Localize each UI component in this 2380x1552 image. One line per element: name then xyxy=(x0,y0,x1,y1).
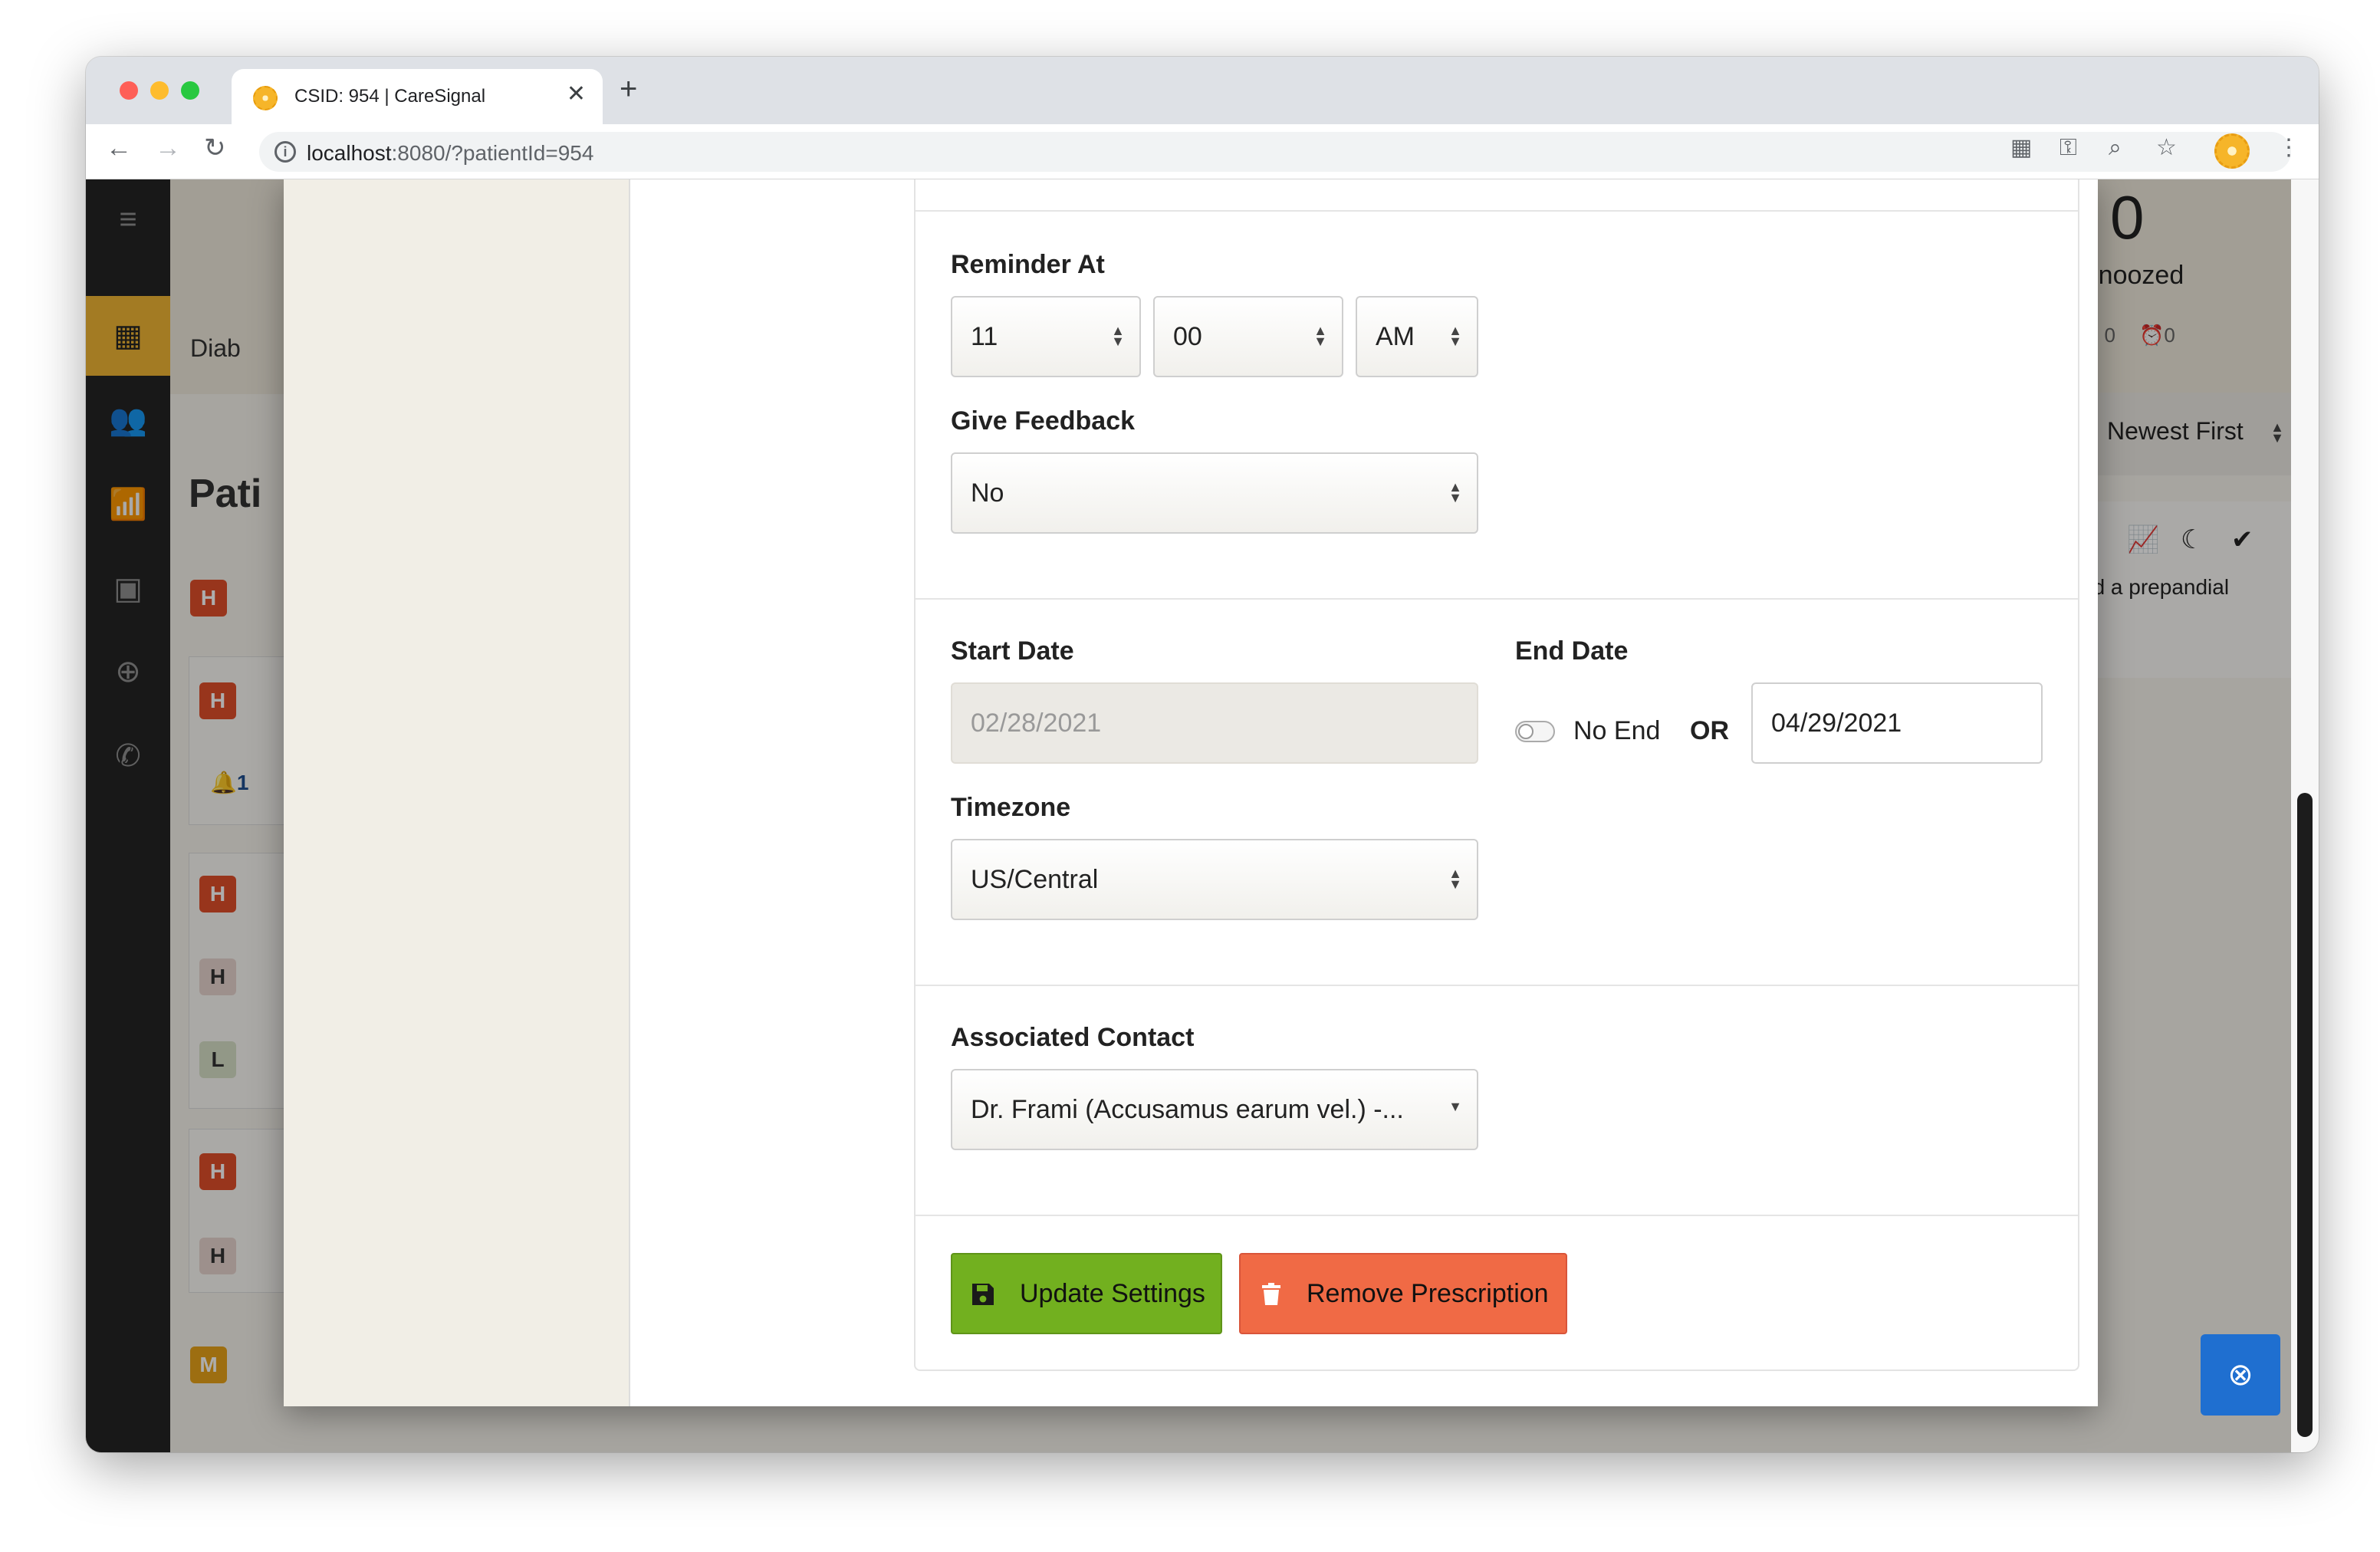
remove-prescription-label: Remove Prescription xyxy=(1307,1279,1549,1308)
scrollbar-thumb[interactable] xyxy=(2297,793,2313,1437)
give-feedback-value: No xyxy=(971,478,1004,508)
section-divider xyxy=(916,985,2078,986)
toggle-knob xyxy=(1518,724,1534,739)
end-date-input[interactable]: 04/29/2021 xyxy=(1751,682,2043,764)
timezone-value: US/Central xyxy=(971,865,1099,894)
select-arrows-icon: ▲ ▼ xyxy=(1313,323,1327,349)
give-feedback-select[interactable]: No ▲ ▼ xyxy=(951,452,1478,534)
prescription-settings-modal: Reminder At 11 ▲ ▼ 00 ▲ ▼ AM ▲ ▼ Give Feedb… xyxy=(284,179,2098,1406)
help-support-button[interactable]: ⊗ xyxy=(2201,1334,2280,1416)
reminder-ampm-value: AM xyxy=(1376,322,1415,351)
section-divider xyxy=(916,1215,2078,1216)
associated-contact-value: Dr. Frami (Accusamus earum vel.) -... xyxy=(971,1095,1404,1124)
reminder-minute-value: 00 xyxy=(1173,322,1202,351)
associated-contact-label: Associated Contact xyxy=(951,1023,1195,1052)
end-date-label: End Date xyxy=(1515,636,1629,666)
url-text: localhost:8080/?patientId=954 xyxy=(307,141,593,166)
remove-prescription-button[interactable]: Remove Prescription xyxy=(1239,1253,1567,1334)
timezone-label: Timezone xyxy=(951,793,1071,822)
select-arrows-icon: ▲ ▼ xyxy=(1448,323,1462,349)
close-window-button[interactable] xyxy=(120,81,138,100)
bookmark-star-icon[interactable]: ☆ xyxy=(2156,136,2177,159)
url-host: localhost xyxy=(307,141,392,165)
prescription-form: Reminder At 11 ▲ ▼ 00 ▲ ▼ AM ▲ ▼ Give Feedb… xyxy=(914,179,2079,1371)
start-date-value: 02/28/2021 xyxy=(971,709,1102,738)
tab-close-icon[interactable]: ✕ xyxy=(567,83,586,106)
back-arrow-icon[interactable]: ← xyxy=(106,135,132,161)
site-info-icon[interactable]: i xyxy=(274,141,296,163)
save-icon xyxy=(972,1284,994,1305)
start-date-input: 02/28/2021 xyxy=(951,682,1478,764)
trash-icon xyxy=(1262,1283,1280,1305)
profile-avatar[interactable] xyxy=(2214,133,2250,169)
forward-arrow-icon[interactable]: → xyxy=(155,135,181,161)
modal-left-panel xyxy=(284,179,630,1406)
caret-down-icon: ▼ xyxy=(1448,1099,1462,1114)
no-end-label: No End xyxy=(1573,716,1661,745)
or-label: OR xyxy=(1690,716,1729,745)
select-arrows-icon: ▲ ▼ xyxy=(1111,323,1125,349)
key-icon[interactable]: ⚿ xyxy=(2059,136,2077,159)
reminder-hour-value: 11 xyxy=(971,322,998,351)
associated-contact-select[interactable]: Dr. Frami (Accusamus earum vel.) -... ▼ xyxy=(951,1069,1478,1150)
no-end-toggle[interactable] xyxy=(1515,721,1555,742)
section-divider xyxy=(916,210,2078,212)
address-bar[interactable]: i localhost:8080/?patientId=954 xyxy=(259,132,2291,172)
browser-window: CSID: 954 | CareSignal ✕ + ← → ↻ i local… xyxy=(86,57,2319,1452)
start-date-label: Start Date xyxy=(951,636,1074,666)
update-settings-button[interactable]: Update Settings xyxy=(951,1253,1222,1334)
select-arrows-icon: ▲ ▼ xyxy=(1448,866,1462,892)
tab-title: CSID: 954 | CareSignal xyxy=(294,86,486,107)
lifebuoy-icon: ⊗ xyxy=(2227,1358,2253,1392)
tab-strip: CSID: 954 | CareSignal ✕ + xyxy=(86,57,2319,124)
page-viewport: ≡ ▦ 👥 📶 ▣ ⊕ ✆ Diab Pati H H 🔔1 H H L H H… xyxy=(86,179,2319,1452)
select-arrows-icon: ▲ ▼ xyxy=(1448,479,1462,505)
caresignal-favicon-icon xyxy=(253,86,278,110)
reload-icon[interactable]: ↻ xyxy=(204,135,226,161)
minimize-window-button[interactable] xyxy=(150,81,169,100)
section-divider xyxy=(916,598,2078,600)
maximize-window-button[interactable] xyxy=(181,81,199,100)
reminder-minute-select[interactable]: 00 ▲ ▼ xyxy=(1153,296,1343,377)
new-tab-button[interactable]: + xyxy=(620,74,637,104)
reminder-at-label: Reminder At xyxy=(951,250,1105,279)
url-path: :8080/?patientId=954 xyxy=(391,141,594,165)
browser-toolbar: ← → ↻ i localhost:8080/?patientId=954 ▦ … xyxy=(86,124,2319,179)
browser-menu-icon[interactable]: ⋮ xyxy=(2277,136,2300,159)
timezone-select[interactable]: US/Central ▲ ▼ xyxy=(951,839,1478,920)
reminder-hour-select[interactable]: 11 ▲ ▼ xyxy=(951,296,1141,377)
reminder-ampm-select[interactable]: AM ▲ ▼ xyxy=(1356,296,1478,377)
page-scrollbar[interactable] xyxy=(2291,179,2319,1452)
browser-tab[interactable]: CSID: 954 | CareSignal ✕ xyxy=(232,69,603,124)
give-feedback-label: Give Feedback xyxy=(951,406,1136,436)
qr-code-icon[interactable]: ▦ xyxy=(2010,136,2032,159)
end-date-value: 04/29/2021 xyxy=(1771,709,1902,738)
update-settings-label: Update Settings xyxy=(1020,1279,1205,1308)
zoom-icon[interactable]: ⌕ xyxy=(2109,136,2122,159)
